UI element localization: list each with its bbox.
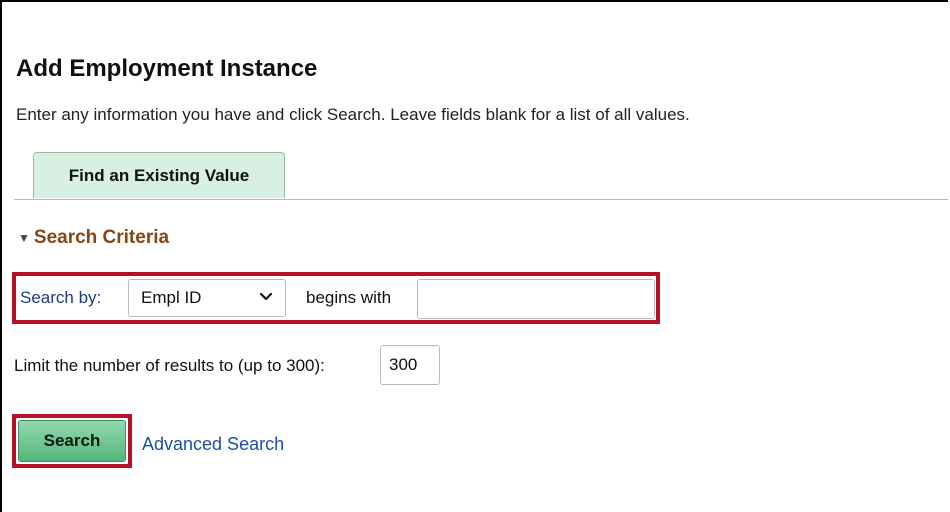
instructions-text: Enter any information you have and click…	[16, 105, 690, 124]
limit-results-label: Limit the number of results to (up to 30…	[14, 356, 325, 375]
empl-id-input[interactable]	[417, 279, 655, 319]
search-by-select[interactable]: Empl ID	[128, 279, 286, 317]
search-criteria-header: Search Criteria	[33, 227, 170, 248]
search-button[interactable]: Search	[18, 420, 126, 462]
search-criteria-toggle[interactable]: ▼ Search Criteria	[18, 227, 169, 249]
chevron-down-icon	[259, 292, 273, 301]
tab-find-existing-value[interactable]: Find an Existing Value	[33, 152, 285, 198]
tab-label: Find an Existing Value	[68, 165, 250, 185]
search-by-label: Search by:	[20, 288, 102, 307]
limit-results-input[interactable]	[380, 345, 440, 385]
page-title: Add Employment Instance	[16, 55, 318, 82]
advanced-search-link[interactable]: Advanced Search	[142, 434, 284, 455]
tab-divider	[14, 199, 948, 200]
search-by-selected-value: Empl ID	[141, 288, 202, 307]
triangle-down-icon: ▼	[18, 231, 30, 245]
operator-label: begins with	[306, 288, 392, 307]
